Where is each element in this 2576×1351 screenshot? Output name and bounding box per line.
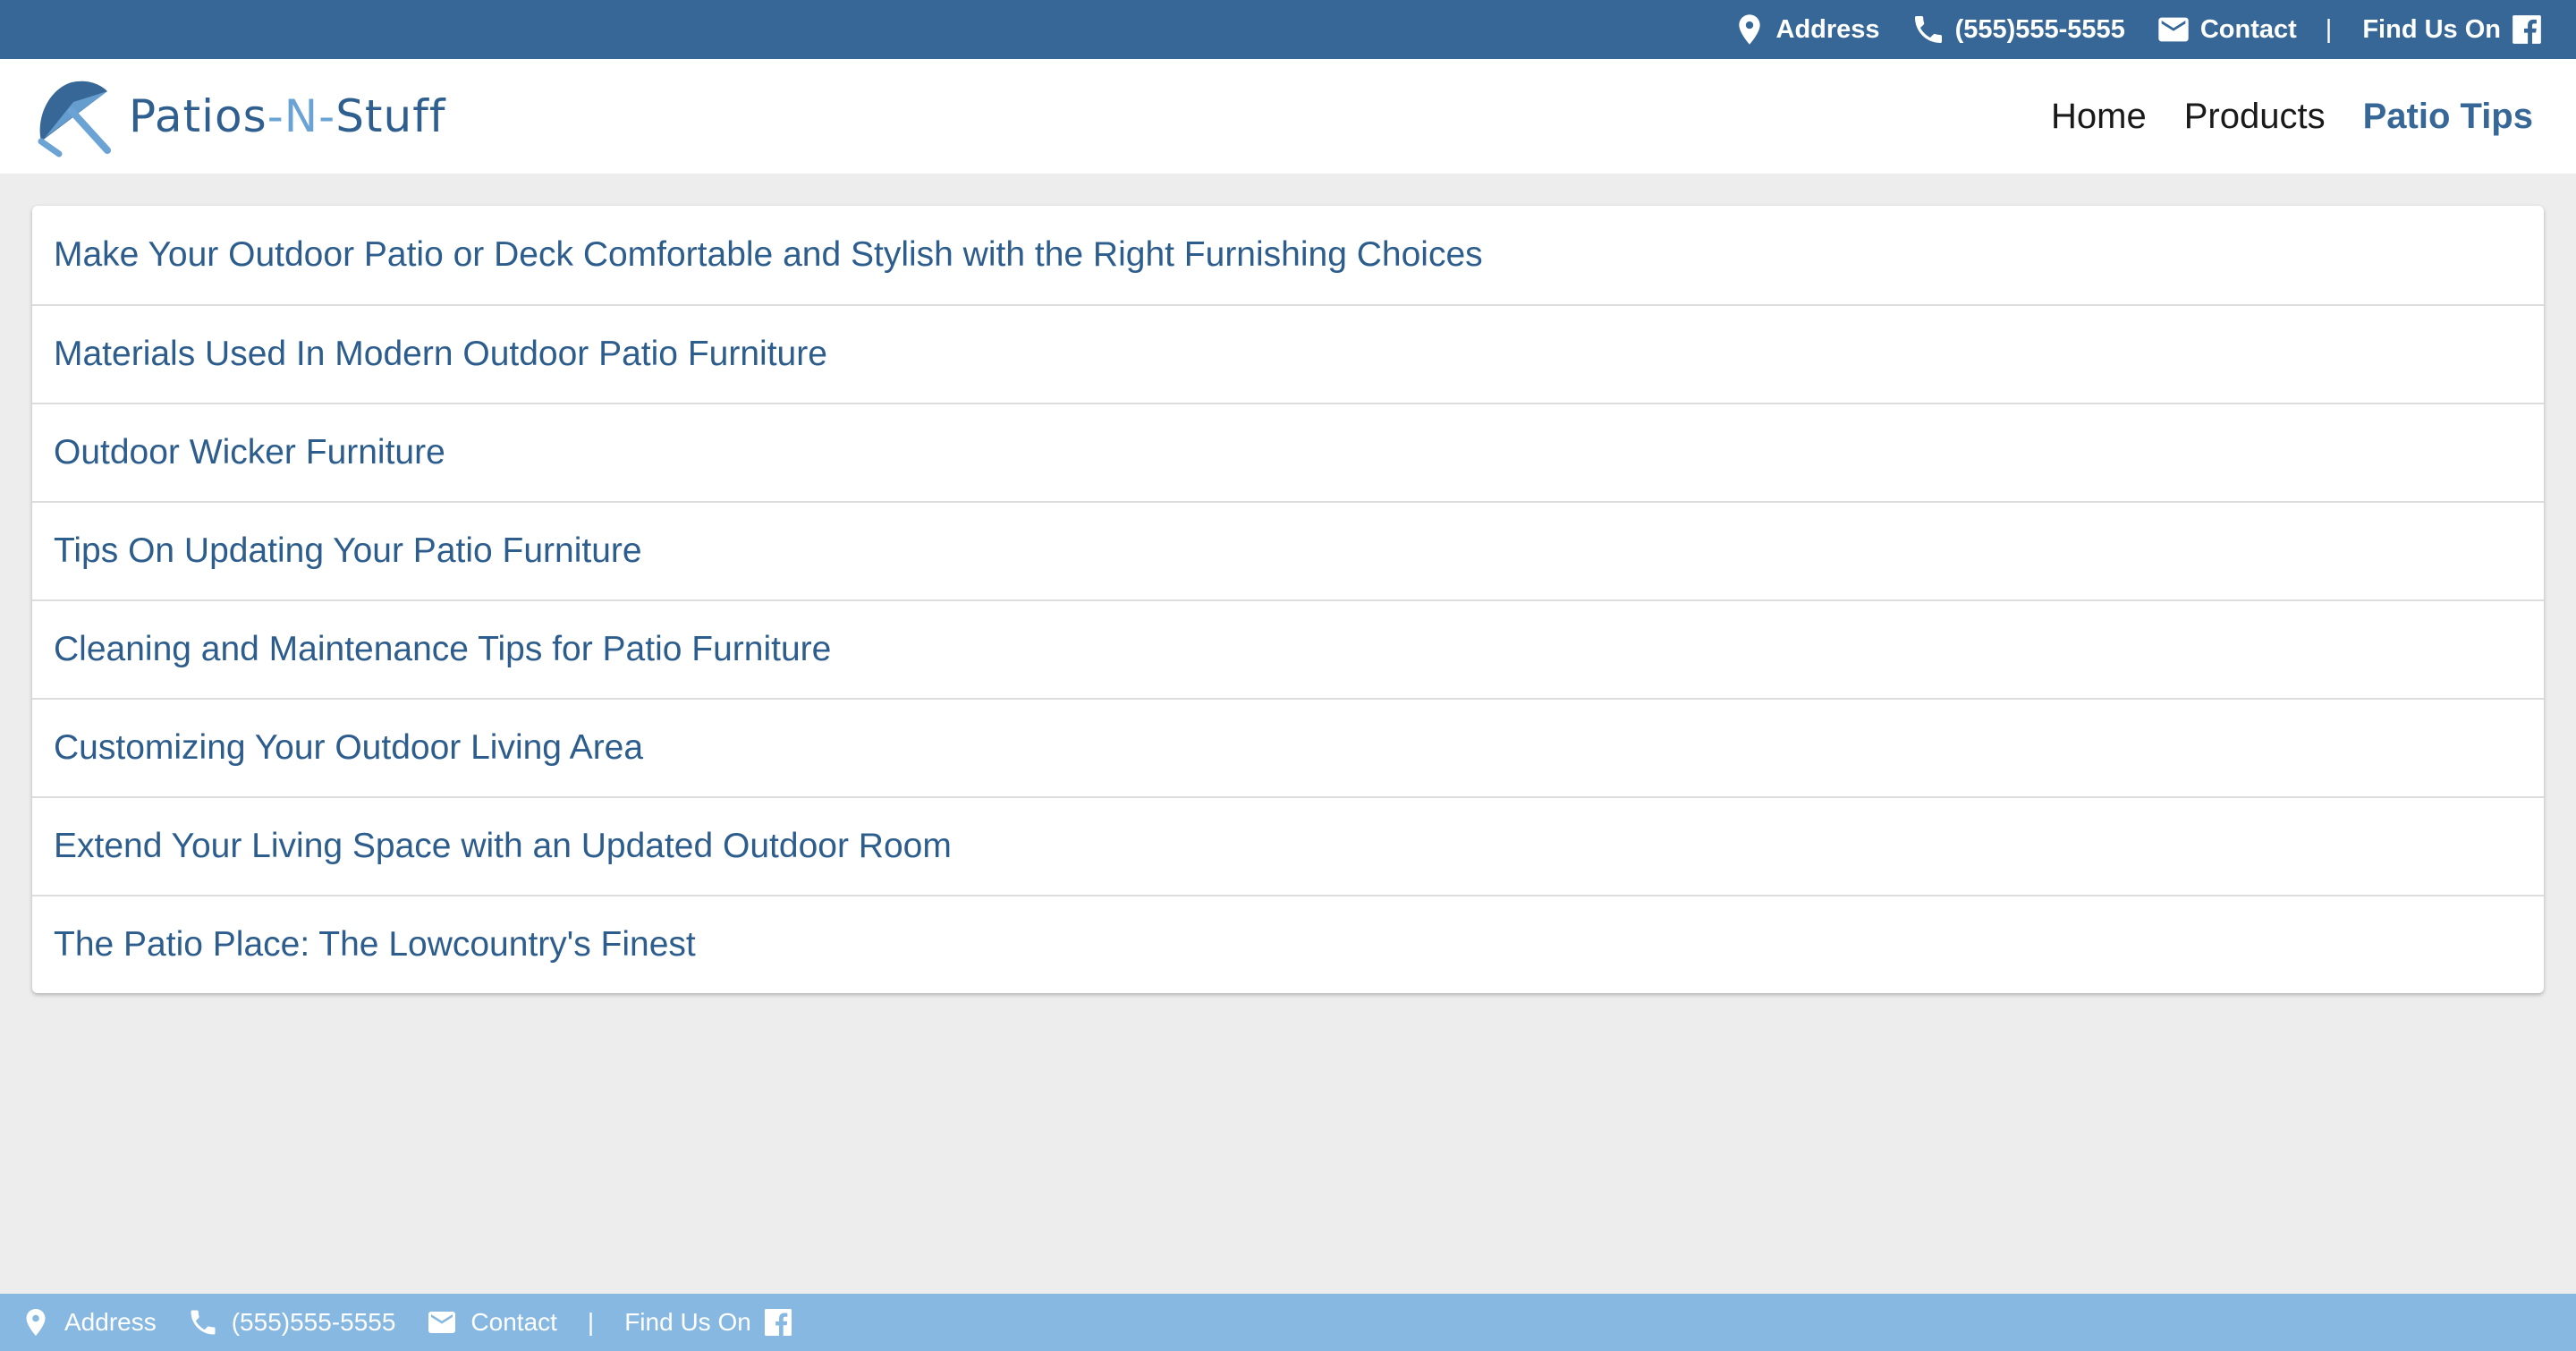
top-address-label: Address (1775, 14, 1880, 44)
bottom-contact-bar: Address (555)555-5555 Contact | Find Us … (0, 1294, 2576, 1351)
top-contact-label: Contact (2199, 14, 2297, 44)
main-nav: Home Products Patio Tips (2013, 97, 2533, 137)
article-link[interactable]: Materials Used In Modern Outdoor Patio F… (32, 304, 2544, 403)
location-pin-icon (1738, 14, 1760, 45)
nav-patio-tips[interactable]: Patio Tips (2363, 97, 2533, 137)
article-link[interactable]: Cleaning and Maintenance Tips for Patio … (32, 599, 2544, 698)
brand-logo-link[interactable]: Patios-N-Stuff (32, 75, 445, 157)
top-phone-link[interactable]: (555)555-5555 (1911, 12, 2125, 47)
bottom-find-us-label: Find Us On (624, 1308, 751, 1336)
bottom-contact-link[interactable]: Contact (426, 1306, 557, 1338)
article-link[interactable]: Make Your Outdoor Patio or Deck Comforta… (32, 206, 2544, 304)
article-link[interactable]: The Patio Place: The Lowcountry's Finest (32, 895, 2544, 993)
umbrella-logo-icon (38, 81, 111, 157)
bottom-separator: | (587, 1308, 595, 1336)
top-address-link[interactable]: Address (1732, 12, 1880, 47)
top-facebook-link[interactable]: Find Us On (2362, 13, 2544, 47)
brand-name: Patios-N-Stuff (129, 90, 445, 142)
nav-home[interactable]: Home (2051, 97, 2147, 137)
bottom-contact-label: Contact (470, 1308, 557, 1336)
bottom-address-link[interactable]: Address (20, 1306, 157, 1338)
brand-name-part2: -N- (267, 90, 336, 142)
bottom-facebook-link[interactable]: Find Us On (624, 1306, 794, 1338)
nav-products[interactable]: Products (2184, 97, 2326, 137)
facebook-icon (764, 1309, 792, 1336)
top-find-us-label: Find Us On (2362, 14, 2501, 44)
top-contact-bar: Address (555)555-5555 Contact | Find Us … (0, 0, 2576, 59)
bottom-phone-link[interactable]: (555)555-5555 (187, 1306, 396, 1338)
article-link[interactable]: Outdoor Wicker Furniture (32, 403, 2544, 501)
phone-icon (1914, 16, 1942, 43)
mail-icon (428, 1312, 456, 1333)
article-link[interactable]: Extend Your Living Space with an Updated… (32, 796, 2544, 895)
mail-icon (2158, 17, 2189, 42)
bottom-phone-number: (555)555-5555 (231, 1308, 396, 1336)
bottom-address-label: Address (64, 1308, 157, 1336)
brand-name-part1: Patios (129, 90, 267, 142)
phone-icon (191, 1310, 216, 1335)
site-header: Patios-N-Stuff Home Products Patio Tips (0, 59, 2576, 174)
article-list: Make Your Outdoor Patio or Deck Comforta… (32, 206, 2544, 993)
facebook-icon (2512, 15, 2541, 44)
article-link[interactable]: Customizing Your Outdoor Living Area (32, 698, 2544, 796)
top-separator: | (2325, 14, 2333, 44)
top-contact-link[interactable]: Contact (2156, 12, 2297, 47)
top-phone-number: (555)555-5555 (1954, 14, 2125, 44)
brand-name-part3: Stuff (335, 90, 446, 142)
location-pin-icon (26, 1309, 46, 1336)
article-link[interactable]: Tips On Updating Your Patio Furniture (32, 501, 2544, 599)
